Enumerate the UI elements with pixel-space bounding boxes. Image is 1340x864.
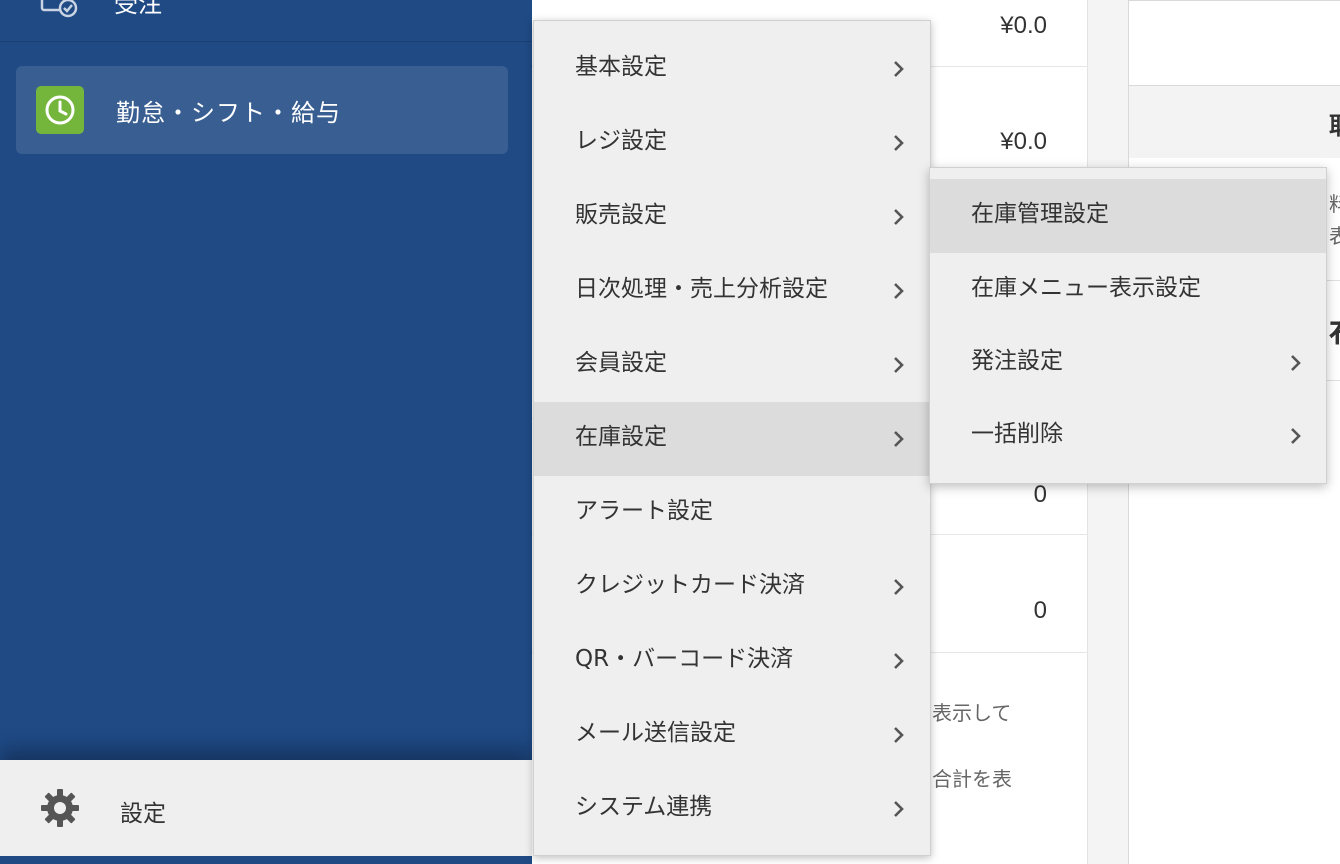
summary-value: 0: [1033, 481, 1047, 508]
detail-heading-fragment: 布: [1329, 308, 1340, 354]
chevron-right-icon: [894, 727, 904, 743]
detail-card-footer: 取: [1129, 85, 1340, 159]
sidebar-settings-button[interactable]: 設定: [0, 760, 532, 856]
submenu-item-bulk-delete[interactable]: 一括削除: [930, 399, 1326, 473]
chevron-right-icon: [894, 61, 904, 77]
inventory-submenu: 在庫管理設定 在庫メニュー表示設定 発注設定 一括削除: [929, 167, 1327, 484]
summary-value: ¥0.0: [1000, 128, 1047, 155]
sidebar-item-orders-label: 受注: [114, 0, 162, 18]
menu-item-basic-settings[interactable]: 基本設定: [534, 32, 930, 106]
detail-text-fragment: 料: [1329, 192, 1340, 216]
menu-item-alert-settings[interactable]: アラート設定: [534, 476, 930, 550]
chevron-right-icon: [894, 135, 904, 151]
chevron-right-icon: [894, 431, 904, 447]
chevron-right-icon: [894, 579, 904, 595]
submenu-item-label: 発注設定: [971, 348, 1063, 374]
menu-item-credit-card-payment[interactable]: クレジットカード決済: [534, 550, 930, 624]
chevron-right-icon: [894, 283, 904, 299]
menu-item-label: 会員設定: [575, 350, 667, 376]
chevron-right-icon: [894, 357, 904, 373]
chevron-down-icon: [470, 0, 486, 2]
summary-value: ¥0.0: [1000, 12, 1047, 39]
chevron-right-icon: [894, 209, 904, 225]
detail-card: 取: [1128, 0, 1340, 159]
app-root: 受注 勤怠・シフト・給与 設定 ¥0.0 ¥0.0 0 0 を表示して の合計を…: [0, 0, 1340, 864]
menu-item-label: システム連携: [575, 794, 713, 820]
order-check-icon: [40, 0, 78, 18]
menu-item-label: 基本設定: [575, 54, 667, 80]
submenu-item-label: 一括削除: [971, 421, 1063, 447]
sidebar-item-attendance-label: 勤怠・シフト・給与: [116, 99, 341, 127]
menu-item-sales-settings[interactable]: 販売設定: [534, 180, 930, 254]
menu-item-qr-barcode-payment[interactable]: QR・バーコード決済: [534, 624, 930, 698]
submenu-item-label: 在庫管理設定: [971, 201, 1109, 227]
menu-item-member-settings[interactable]: 会員設定: [534, 328, 930, 402]
chevron-right-icon: [894, 653, 904, 669]
menu-item-label: QR・バーコード決済: [575, 646, 794, 672]
summary-value: 0: [1033, 597, 1047, 624]
menu-item-daily-analysis-settings[interactable]: 日次処理・売上分析設定: [534, 254, 930, 328]
detail-card-footer-text: 取: [1329, 106, 1340, 141]
gear-icon: [41, 789, 79, 827]
menu-item-register-settings[interactable]: レジ設定: [534, 106, 930, 180]
submenu-item-inventory-menu-display[interactable]: 在庫メニュー表示設定: [930, 253, 1326, 327]
chevron-right-icon: [1291, 355, 1301, 371]
sidebar-item-orders[interactable]: 受注: [0, 0, 532, 42]
submenu-item-inventory-management[interactable]: 在庫管理設定: [930, 179, 1326, 253]
sidebar-bottom-strip: [0, 856, 532, 864]
sidebar: 受注 勤怠・シフト・給与 設定: [0, 0, 532, 864]
detail-text-fragment: 表: [1329, 224, 1340, 248]
sidebar-settings-label: 設定: [120, 801, 166, 827]
menu-item-mail-settings[interactable]: メール送信設定: [534, 698, 930, 772]
submenu-item-label: 在庫メニュー表示設定: [971, 275, 1201, 301]
menu-item-label: 販売設定: [575, 202, 667, 228]
submenu-item-order-settings[interactable]: 発注設定: [930, 326, 1326, 400]
menu-item-label: レジ設定: [575, 128, 667, 154]
settings-menu: 基本設定 レジ設定 販売設定 日次処理・売上分析設定 会員設定 在庫設定 アラー…: [533, 20, 931, 856]
menu-item-label: メール送信設定: [575, 720, 736, 746]
menu-item-label: 在庫設定: [575, 424, 667, 450]
menu-item-inventory-settings[interactable]: 在庫設定: [534, 402, 930, 476]
menu-item-system-integration[interactable]: システム連携: [534, 772, 930, 846]
chevron-right-icon: [1291, 428, 1301, 444]
menu-item-label: アラート設定: [575, 498, 713, 524]
chevron-right-icon: [894, 801, 904, 817]
menu-item-label: 日次処理・売上分析設定: [575, 276, 828, 302]
sidebar-item-attendance[interactable]: 勤怠・シフト・給与: [16, 66, 508, 154]
clock-icon: [36, 86, 84, 134]
menu-item-label: クレジットカード決済: [575, 572, 805, 598]
